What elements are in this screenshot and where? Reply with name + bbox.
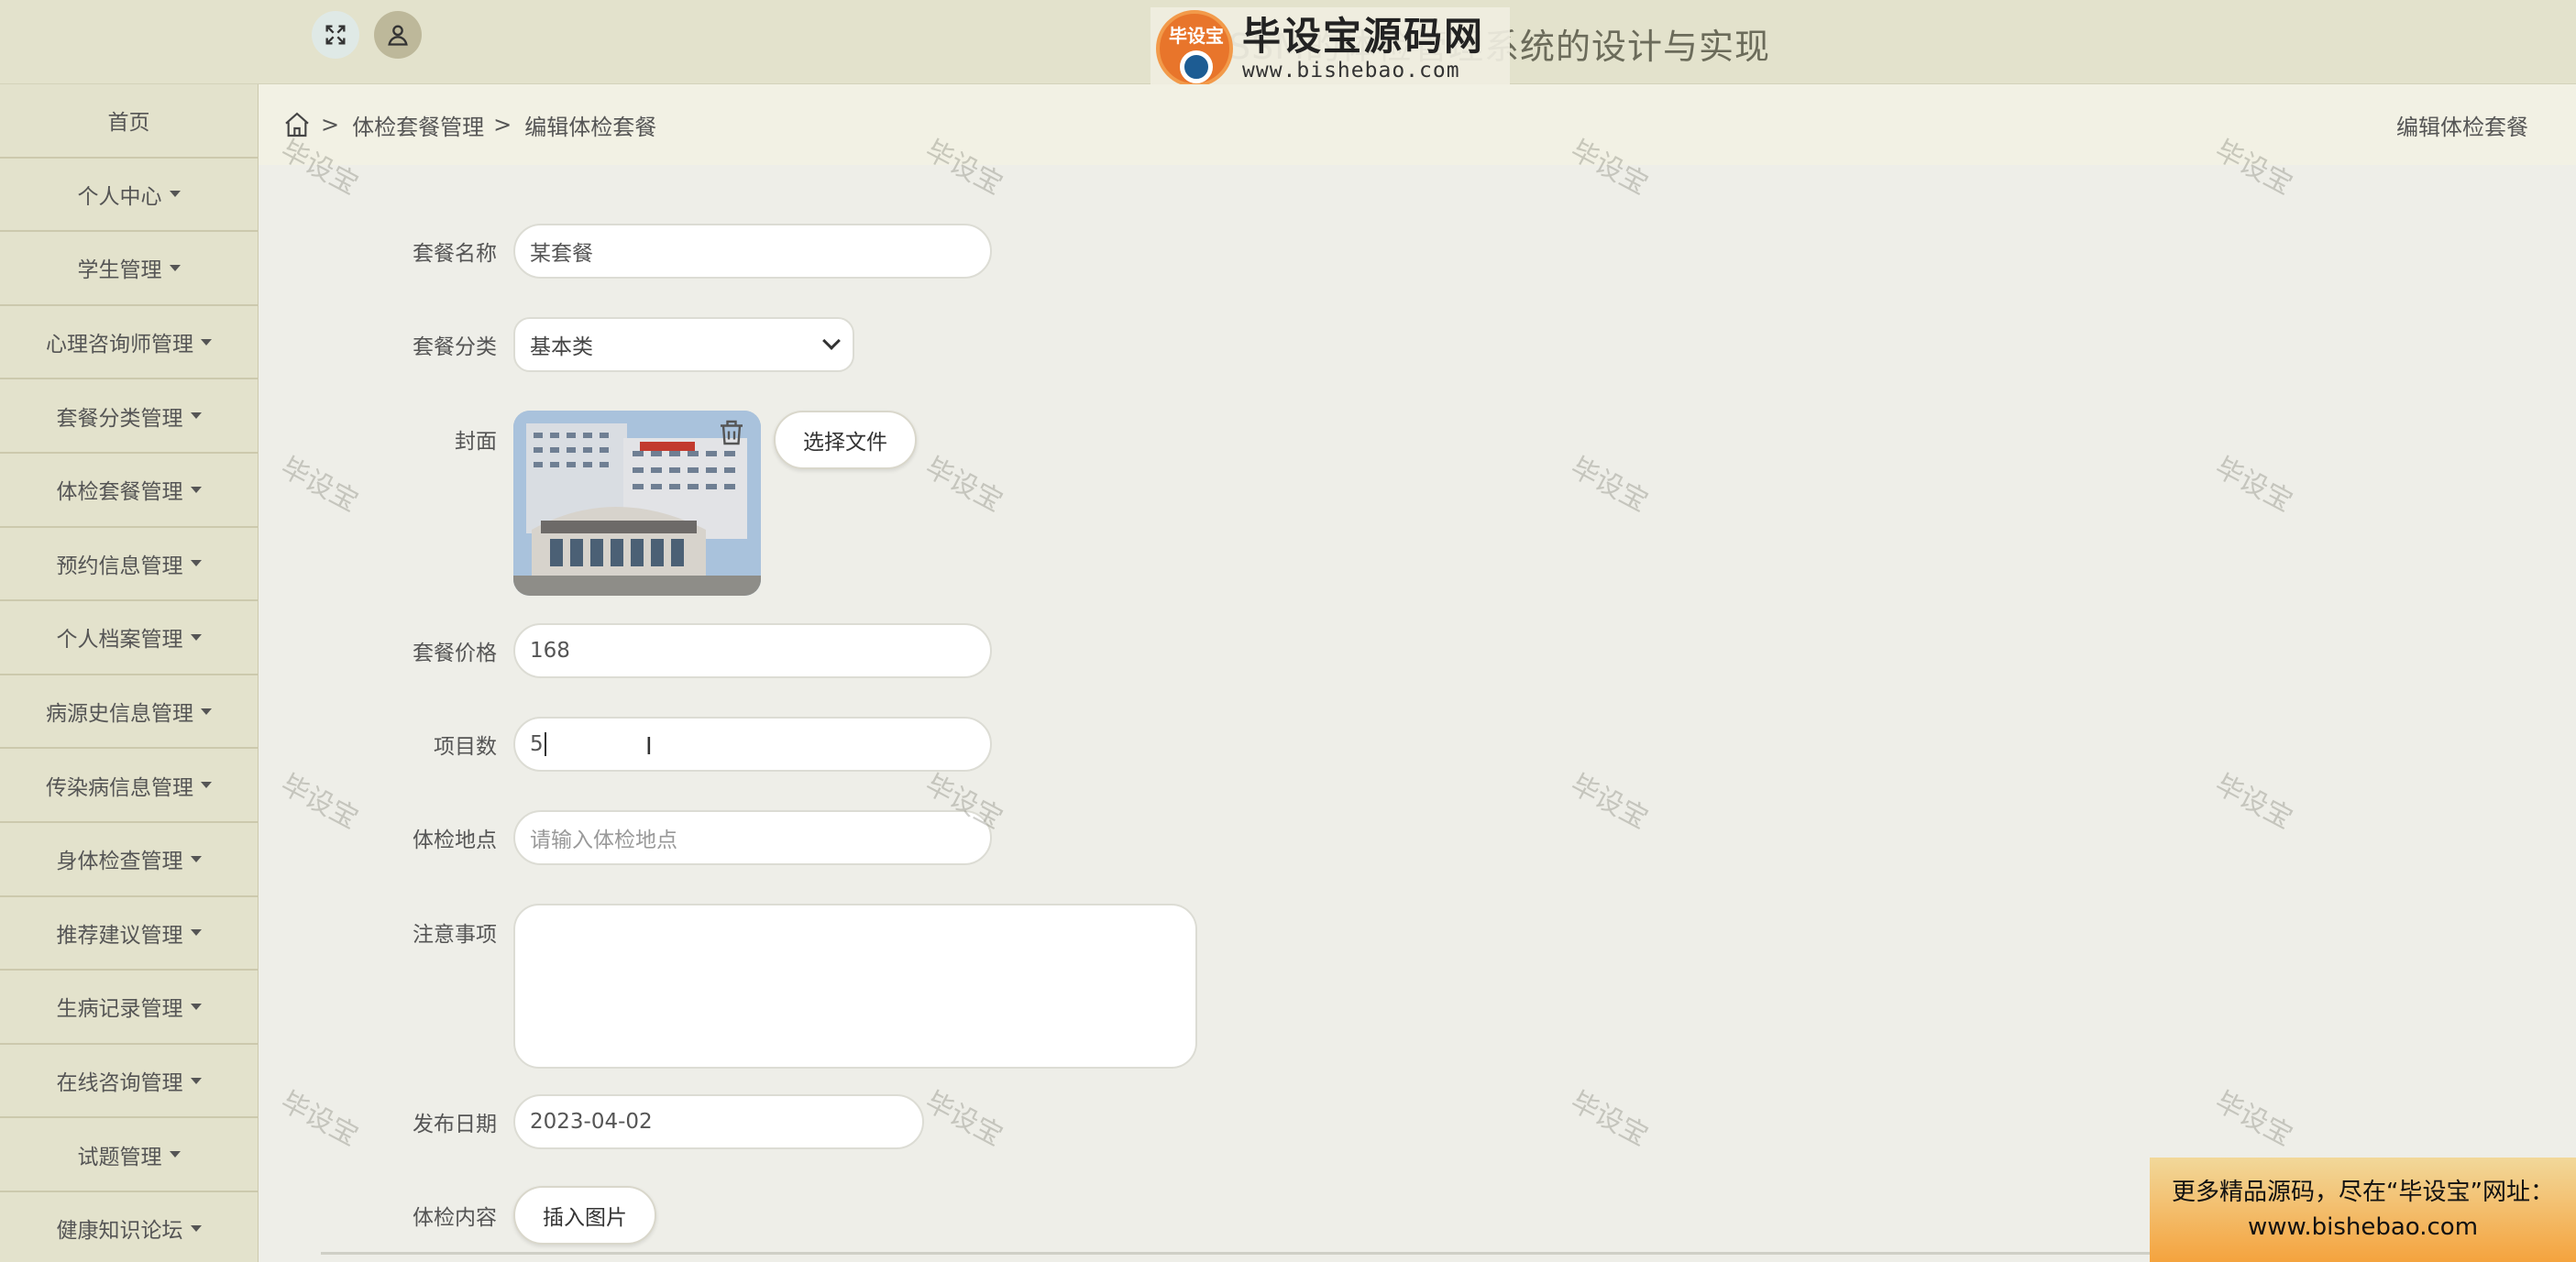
sidebar-item-counselors[interactable]: 心理咨询师管理 — [0, 305, 258, 380]
caret-down-icon — [169, 191, 181, 198]
sidebar-item-illness-records[interactable]: 生病记录管理 — [0, 971, 258, 1045]
category-select[interactable]: 基本类 — [513, 317, 854, 372]
date-input[interactable]: 2023-04-02 — [513, 1094, 924, 1149]
category-label: 套餐分类 — [413, 335, 497, 359]
caret-down-icon — [169, 264, 181, 271]
location-label: 体检地点 — [413, 829, 497, 852]
price-input[interactable]: 168 — [513, 623, 992, 678]
sidebar-item-infectious[interactable]: 传染病信息管理 — [0, 749, 258, 823]
caret-down-icon — [201, 782, 212, 789]
sidebar-item-appointments[interactable]: 预约信息管理 — [0, 527, 258, 602]
breadcrumb-item-current: 编辑体检套餐 — [524, 114, 657, 140]
row-content: 体检内容 插入图片 — [259, 1186, 656, 1245]
row-items: 项目数 5 I — [259, 717, 992, 772]
cover-preview — [513, 411, 761, 596]
sidebar-item-records[interactable]: 个人档案管理 — [0, 601, 258, 675]
sidebar-item-physical-exam[interactable]: 身体检查管理 — [0, 822, 258, 897]
insert-image-button[interactable]: 插入图片 — [513, 1186, 656, 1245]
choose-file-button[interactable]: 选择文件 — [774, 411, 917, 469]
fullscreen-icon[interactable] — [312, 11, 359, 59]
promo-banner[interactable]: 更多精品源码，尽在“毕设宝”网址： www.bishebao.com — [2150, 1158, 2576, 1262]
chevron-down-icon — [822, 332, 841, 350]
caret-down-icon — [190, 633, 202, 641]
price-label: 套餐价格 — [413, 642, 497, 665]
caret-down-icon — [190, 1077, 202, 1084]
sidebar: 首页 个人中心 学生管理 心理咨询师管理 套餐分类管理 体检套餐管理 预约信息管… — [0, 84, 259, 1262]
breadcrumb-item-package[interactable]: 体检套餐管理 — [352, 109, 484, 141]
name-label: 套餐名称 — [413, 242, 497, 266]
caret-down-icon — [190, 486, 202, 493]
logo-emblem: 毕设宝 — [1156, 10, 1233, 87]
page-title: 编辑体检套餐 — [2396, 114, 2528, 140]
row-category: 套餐分类 基本类 — [259, 317, 854, 372]
promo-line-2: www.bishebao.com — [2247, 1213, 2479, 1241]
caret-down-icon — [201, 708, 212, 715]
sidebar-item-home[interactable]: 首页 — [0, 84, 258, 159]
text-cursor — [544, 732, 546, 756]
sidebar-item-students[interactable]: 学生管理 — [0, 232, 258, 306]
caret-down-icon — [190, 1224, 202, 1232]
sidebar-item-online-consult[interactable]: 在线咨询管理 — [0, 1044, 258, 1119]
row-cover: 封面 选择文件 — [259, 411, 917, 596]
promo-line-1: 更多精品源码，尽在“毕设宝”网址： — [2172, 1179, 2554, 1206]
top-bar: 基于SSM的体检管理系统的设计与实现 毕设宝 毕设宝源码网 www.bisheb… — [0, 0, 2576, 90]
sidebar-item-exam-package[interactable]: 体检套餐管理 — [0, 453, 258, 528]
sidebar-item-recommendations[interactable]: 推荐建议管理 — [0, 896, 258, 971]
sidebar-item-forum[interactable]: 健康知识论坛 — [0, 1191, 258, 1262]
sidebar-item-medical-history[interactable]: 病源史信息管理 — [0, 675, 258, 750]
caret-down-icon — [169, 1151, 181, 1158]
watermark-logo: 毕设宝 毕设宝源码网 www.bishebao.com — [1150, 7, 1510, 90]
sidebar-item-personal-center[interactable]: 个人中心 — [0, 158, 258, 233]
editor-top-border — [321, 1252, 2150, 1255]
caret-down-icon — [190, 560, 202, 567]
trash-icon[interactable] — [715, 416, 748, 449]
row-location: 体检地点 请输入体检地点 — [259, 810, 992, 865]
logo-url-text: www.bishebao.com — [1242, 59, 1460, 82]
row-name: 套餐名称 某套餐 — [259, 224, 992, 279]
ibeam-cursor-icon: I — [645, 733, 653, 761]
caret-down-icon — [190, 1003, 202, 1010]
caret-down-icon — [190, 412, 202, 420]
caret-down-icon — [190, 929, 202, 937]
location-input[interactable]: 请输入体检地点 — [513, 810, 992, 865]
user-icon[interactable] — [374, 11, 422, 59]
logo-main-text: 毕设宝源码网 — [1242, 14, 1485, 59]
caret-down-icon — [190, 855, 202, 862]
row-price: 套餐价格 168 — [259, 623, 992, 678]
caret-down-icon — [201, 338, 212, 346]
notes-textarea[interactable] — [513, 904, 1197, 1069]
row-notes: 注意事项 — [259, 904, 1197, 1069]
sidebar-item-package-category[interactable]: 套餐分类管理 — [0, 379, 258, 454]
items-input[interactable]: 5 I — [513, 717, 992, 772]
items-label: 项目数 — [434, 735, 497, 759]
notes-label: 注意事项 — [413, 923, 497, 947]
sidebar-item-questions[interactable]: 试题管理 — [0, 1118, 258, 1192]
name-input[interactable]: 某套餐 — [513, 224, 992, 279]
content-label: 体检内容 — [413, 1206, 497, 1230]
